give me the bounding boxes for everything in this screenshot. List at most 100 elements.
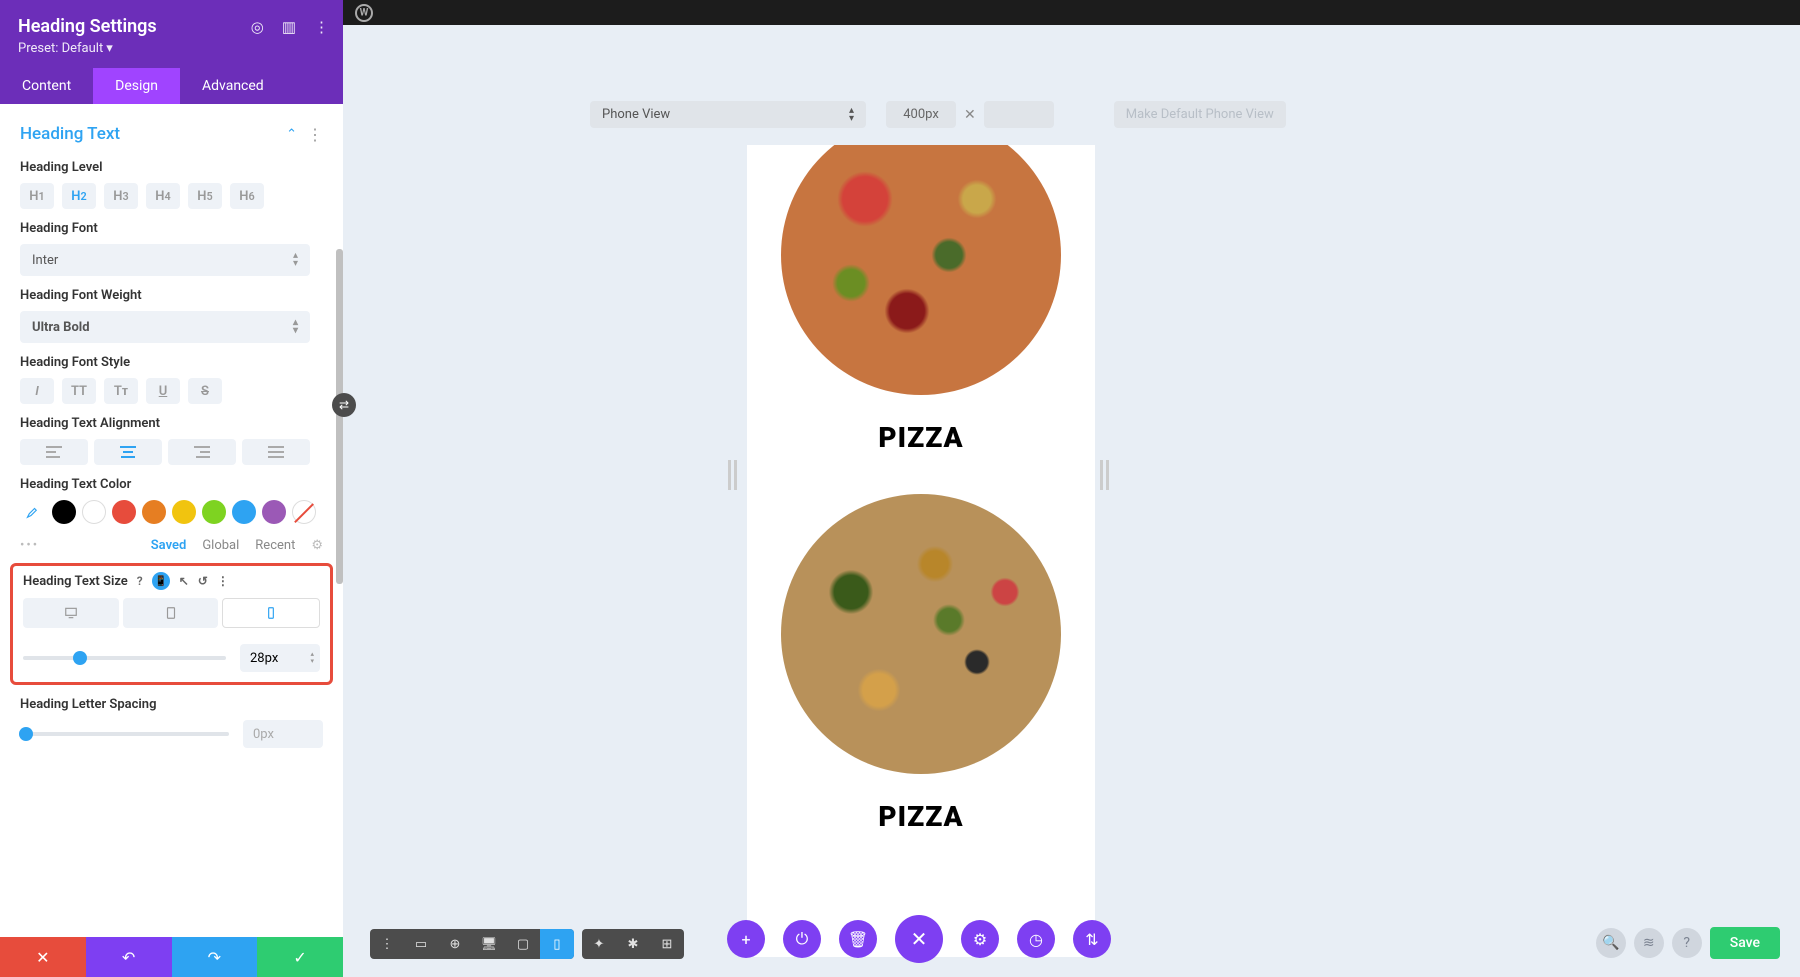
heading-level-buttons: H1 H2 H3 H4 H5 H6 (20, 183, 323, 209)
tb-grid-icon[interactable]: ⊞ (650, 929, 684, 959)
responsive-icon[interactable]: 📱 (152, 572, 170, 590)
tb-wireframe-icon[interactable]: ▭ (404, 929, 438, 959)
settings-button[interactable]: ⚙ (961, 920, 999, 958)
close-button[interactable]: ✕ (0, 937, 86, 977)
label-heading-level: Heading Level (20, 160, 323, 175)
resize-handle-right[interactable] (1100, 460, 1109, 490)
save-button[interactable]: Save (1710, 927, 1780, 959)
h4-button[interactable]: H4 (146, 183, 180, 209)
h3-button[interactable]: H3 (104, 183, 138, 209)
color-black[interactable] (52, 500, 76, 524)
bottom-toolbar: ⋮ ▭ ⊕ 🖥 ▢ ▯ ✦ ✱ ⊞ (370, 929, 684, 959)
align-justify-button[interactable] (242, 439, 310, 465)
color-green[interactable] (202, 500, 226, 524)
preset-selector[interactable]: Preset: Default▾ (18, 41, 113, 56)
close-action-button[interactable]: ✕ (895, 915, 943, 963)
tb-phone-icon[interactable]: ▯ (540, 929, 574, 959)
pizza-heading-1[interactable]: PIZZA (747, 421, 1095, 454)
color-tab-saved[interactable]: Saved (151, 538, 187, 553)
underline-button[interactable]: U (146, 378, 180, 404)
tab-design[interactable]: Design (93, 68, 180, 104)
tb-desktop-icon[interactable]: 🖥 (472, 929, 506, 959)
redo-button[interactable]: ↷ (172, 937, 258, 977)
section-heading-text[interactable]: Heading Text ⌃ ⋮ (0, 118, 343, 152)
make-default-button[interactable]: Make Default Phone View (1114, 101, 1286, 128)
power-button[interactable]: ⏻ (783, 920, 821, 958)
h5-button[interactable]: H5 (188, 183, 222, 209)
color-yellow[interactable] (172, 500, 196, 524)
help-icon[interactable]: ? (137, 574, 143, 588)
text-size-section: Heading Text Size ? 📱 ↖ ↺ ⋮ (10, 563, 333, 685)
height-input[interactable] (984, 101, 1054, 128)
strikethrough-button[interactable]: S (188, 378, 222, 404)
color-tab-global[interactable]: Global (202, 538, 239, 553)
sort-button[interactable]: ⇅ (1073, 920, 1111, 958)
color-none[interactable] (292, 500, 316, 524)
align-left-button[interactable] (20, 439, 88, 465)
color-orange[interactable] (142, 500, 166, 524)
tb-more-icon[interactable]: ⋮ (370, 929, 404, 959)
sidebar-header: Heading Settings Preset: Default▾ ◎ ▥ ⋮ (0, 0, 343, 68)
wordpress-logo-icon[interactable] (355, 4, 373, 22)
search-icon[interactable]: 🔍 (1596, 928, 1626, 958)
view-select[interactable]: Phone View▴▾ (590, 101, 866, 128)
tab-advanced[interactable]: Advanced (180, 68, 286, 104)
eyedropper-icon[interactable] (20, 501, 42, 523)
h6-button[interactable]: H6 (230, 183, 264, 209)
pizza-heading-2[interactable]: PIZZA (747, 800, 1095, 833)
font-select[interactable]: Inter▴▾ (20, 244, 310, 276)
label-heading-font-style: Heading Font Style (20, 355, 323, 370)
color-red[interactable] (112, 500, 136, 524)
h1-button[interactable]: H1 (20, 183, 54, 209)
color-tab-recent[interactable]: Recent (255, 538, 295, 553)
h2-button[interactable]: H2 (62, 183, 96, 209)
tb-effects-icon[interactable]: ✱ (616, 929, 650, 959)
width-input[interactable]: 400px (886, 101, 956, 128)
device-tablet[interactable] (123, 598, 219, 628)
columns-icon[interactable]: ▥ (282, 18, 296, 36)
layers-icon[interactable]: ≋ (1634, 928, 1664, 958)
settings-sidebar: Heading Settings Preset: Default▾ ◎ ▥ ⋮ … (0, 0, 343, 977)
color-settings-icon[interactable]: ⚙ (311, 538, 323, 553)
label-heading-font: Heading Font (20, 221, 323, 236)
pizza-image-1 (781, 145, 1061, 395)
label-text-size: Heading Text Size (23, 574, 128, 589)
italic-button[interactable]: I (20, 378, 54, 404)
confirm-button[interactable]: ✓ (257, 937, 343, 977)
color-blue[interactable] (232, 500, 256, 524)
device-phone[interactable] (222, 598, 320, 628)
color-purple[interactable] (262, 500, 286, 524)
size-more-icon[interactable]: ⋮ (217, 574, 229, 588)
tb-magic-icon[interactable]: ✦ (582, 929, 616, 959)
tb-tablet-icon[interactable]: ▢ (506, 929, 540, 959)
uppercase-button[interactable]: TT (62, 378, 96, 404)
titlecase-button[interactable]: Tᴛ (104, 378, 138, 404)
letter-spacing-slider[interactable] (20, 732, 229, 736)
text-size-input[interactable]: 28px ▴▾ (240, 644, 320, 672)
font-weight-select[interactable]: Ultra Bold▴▾ (20, 311, 310, 343)
add-button[interactable]: + (727, 920, 765, 958)
tb-zoom-icon[interactable]: ⊕ (438, 929, 472, 959)
more-colors-icon[interactable]: ••• (20, 538, 135, 553)
tab-content[interactable]: Content (0, 68, 93, 104)
device-desktop[interactable] (23, 598, 119, 628)
target-icon[interactable]: ◎ (251, 18, 264, 36)
help-bottom-icon[interactable]: ? (1672, 928, 1702, 958)
collapse-icon[interactable]: ⌃ (286, 127, 297, 142)
text-size-slider[interactable] (23, 656, 226, 660)
letter-spacing-input[interactable]: 0px (243, 720, 323, 748)
label-heading-font-weight: Heading Font Weight (20, 288, 323, 303)
align-right-button[interactable] (168, 439, 236, 465)
wordpress-admin-bar (343, 0, 1800, 25)
resize-handle-left[interactable] (728, 460, 737, 490)
align-center-button[interactable] (94, 439, 162, 465)
reset-icon[interactable]: ↺ (198, 574, 208, 588)
more-icon[interactable]: ⋮ (314, 18, 329, 36)
collapse-sidebar-button[interactable]: ⇄ (332, 393, 356, 417)
undo-button[interactable]: ↶ (86, 937, 172, 977)
delete-button[interactable]: 🗑 (839, 920, 877, 958)
hover-icon[interactable]: ↖ (179, 574, 189, 588)
section-more-icon[interactable]: ⋮ (307, 125, 323, 144)
color-white[interactable] (82, 500, 106, 524)
history-button[interactable]: ◷ (1017, 920, 1055, 958)
